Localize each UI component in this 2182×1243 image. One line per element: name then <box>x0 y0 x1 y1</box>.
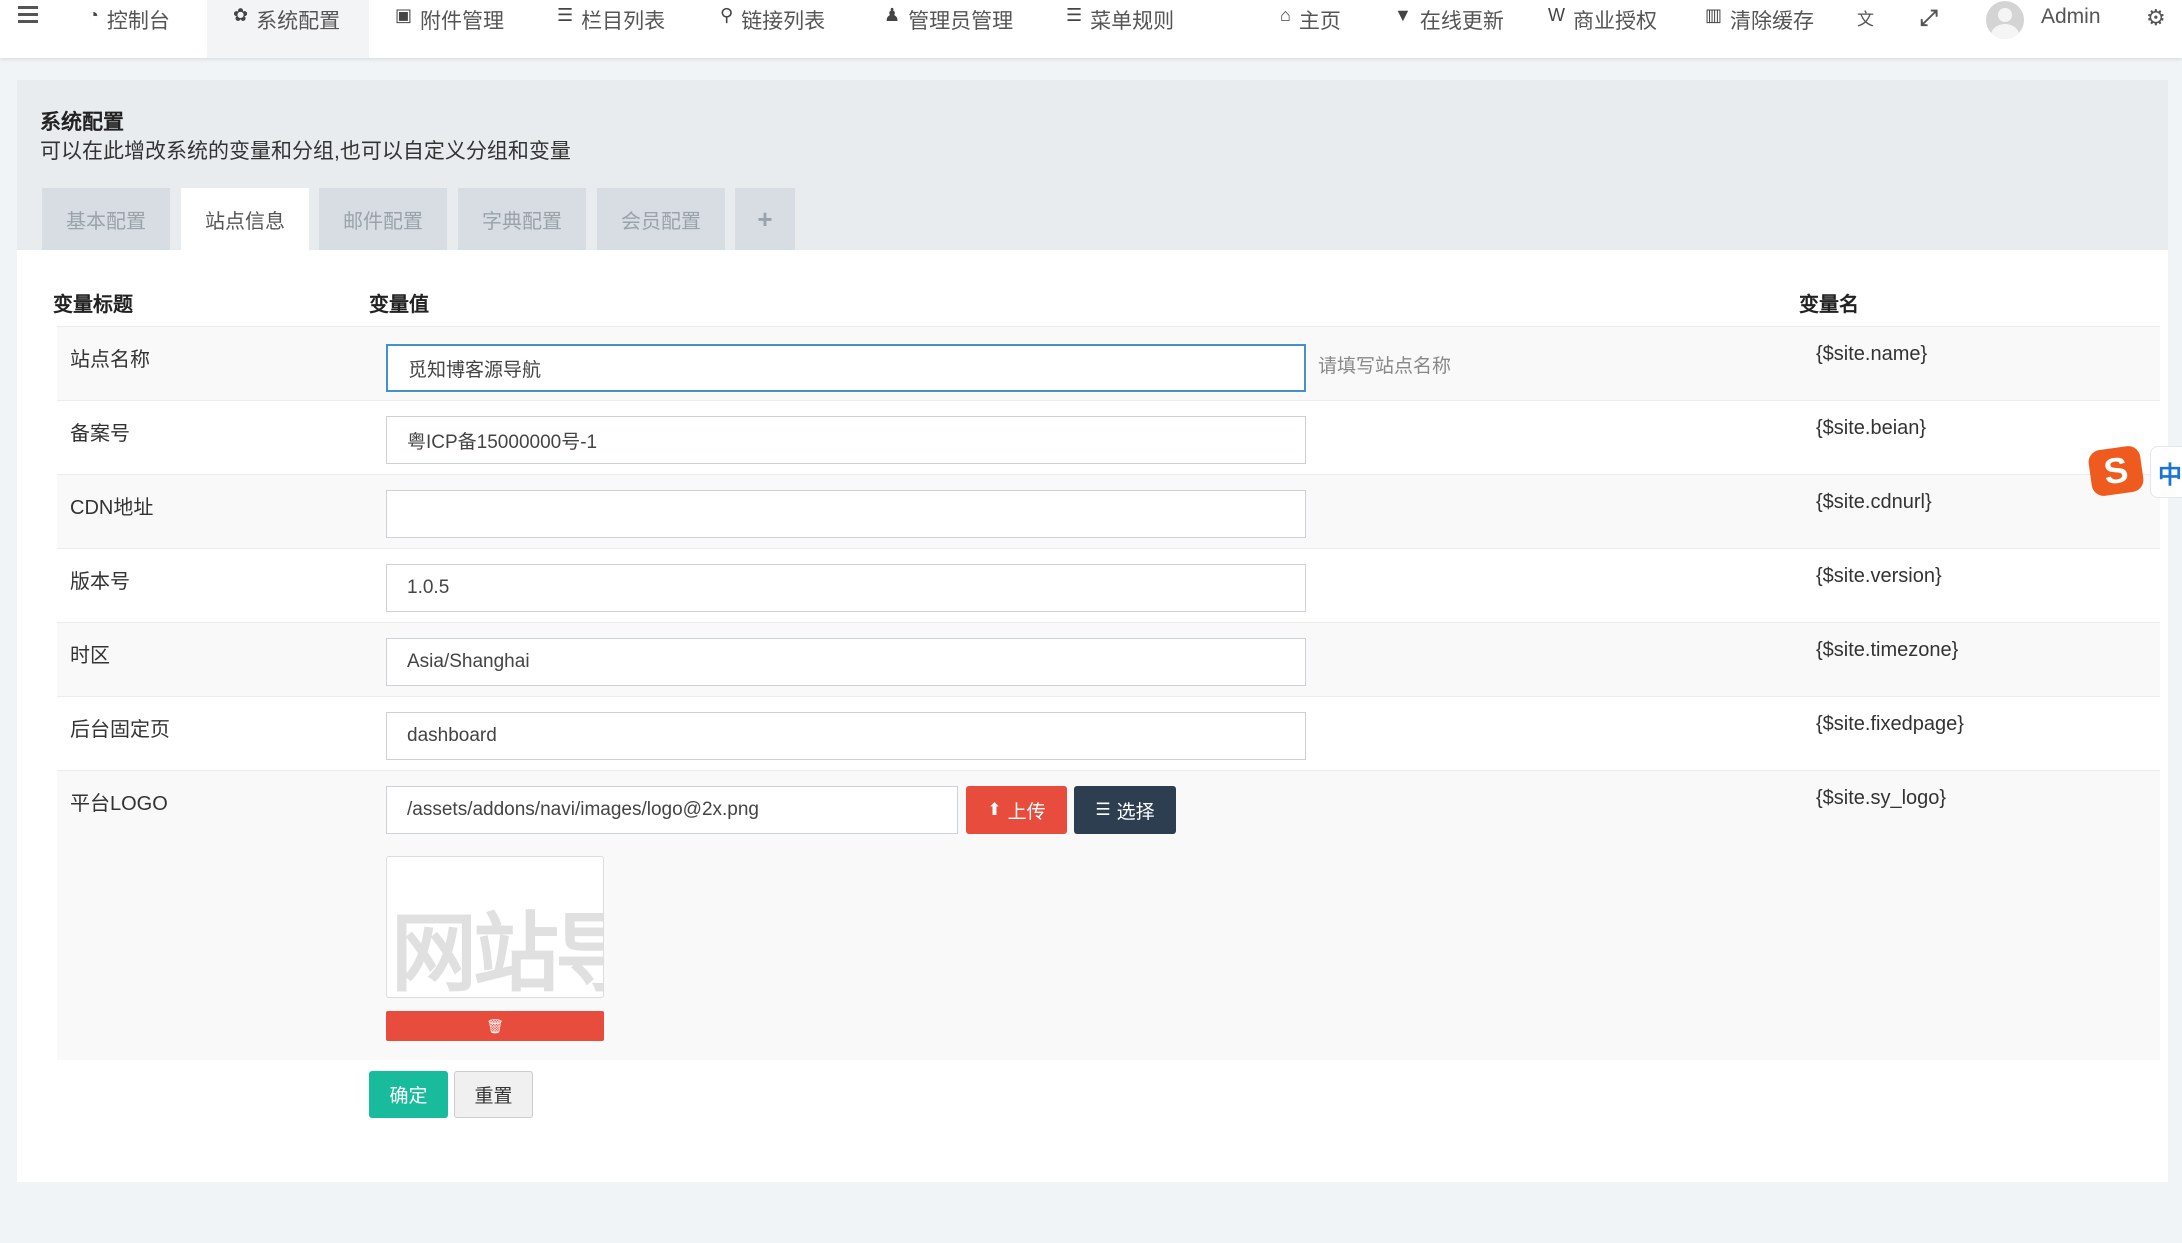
nav-menu-rules[interactable]: ☰ 菜单规则 <box>1066 0 1174 58</box>
logo-preview-text: 网站导 <box>391 906 603 998</box>
nav-system-config[interactable]: ✿ 系统配置 <box>207 0 369 58</box>
nav-admin-manage-label: 管理员管理 <box>908 10 1014 33</box>
site-name-input[interactable] <box>386 344 1306 392</box>
panel-heading: 系统配置 可以在此增改系统的变量和分组,也可以自定义分组和变量 基本配置 站点信… <box>17 80 2168 250</box>
row-label: 后台固定页 <box>70 719 170 741</box>
user-icon: ♟ <box>884 5 901 25</box>
row-var-name: {$site.sy_logo} <box>1816 787 1947 809</box>
nav-online-update-label: 在线更新 <box>1419 10 1504 33</box>
row-var-name: {$site.beian} <box>1816 417 1927 439</box>
tab-dict-config[interactable]: 字典配置 <box>458 188 586 250</box>
gear-icon: ✿ <box>233 5 249 25</box>
tab-mail-config[interactable]: 邮件配置 <box>319 188 447 250</box>
logo-preview-image: 网站导 <box>386 856 604 998</box>
row-label: CDN地址 <box>70 497 154 519</box>
row-var-name: {$site.cdnurl} <box>1816 491 1932 513</box>
nav-link-list[interactable]: ⚲ 链接列表 <box>720 0 825 58</box>
tab-member-config[interactable]: 会员配置 <box>597 188 725 250</box>
row-var-name: {$site.version} <box>1816 565 1942 587</box>
nav-system-config-label: 系统配置 <box>256 10 341 33</box>
timezone-input[interactable] <box>386 638 1306 686</box>
table-row: 备案号 {$site.beian} <box>57 400 2160 474</box>
delete-logo-button[interactable]: 🗑 <box>386 1011 604 1041</box>
header-title: 变量标题 <box>53 294 133 316</box>
tab-site-info[interactable]: 站点信息 <box>181 188 309 250</box>
home-icon: ⌂ <box>1280 5 1291 25</box>
row-label: 站点名称 <box>70 349 150 371</box>
nav-dashboard[interactable]: ◔ 控制台 <box>88 0 170 58</box>
nav-dashboard-label: 控制台 <box>106 10 170 33</box>
settings-icon[interactable]: ⚙ <box>2146 0 2166 58</box>
tab-basic-config[interactable]: 基本配置 <box>42 188 170 250</box>
ime-toolbar[interactable]: S 中 <box>2087 444 2182 498</box>
nav-link-list-label: 链接列表 <box>741 10 826 33</box>
header-name: 变量名 <box>1799 294 1859 316</box>
cdn-url-input[interactable] <box>386 490 1306 538</box>
sidebar-toggle-icon[interactable] <box>18 6 38 23</box>
dashboard-icon: ◔ <box>88 5 99 25</box>
nav-category-list-label: 栏目列表 <box>581 10 666 33</box>
panel-body: 变量标题 变量值 变量名 站点名称 请填写站点名称 {$site.name} 备… <box>17 250 2168 1182</box>
nav-online-update[interactable]: ▼ 在线更新 <box>1394 0 1504 58</box>
nav-clear-cache[interactable]: ▥ 清除缓存 <box>1705 0 1814 58</box>
table-row: 版本号 {$site.version} <box>57 548 2160 622</box>
row-var-name: {$site.timezone} <box>1816 639 1959 661</box>
row-label: 平台LOGO <box>70 793 168 815</box>
row-label: 时区 <box>70 645 110 667</box>
table-row: 时区 {$site.timezone} <box>57 622 2160 696</box>
fullscreen-icon[interactable]: ⤢ <box>1920 0 1938 58</box>
row-var-name: {$site.name} <box>1816 343 1928 365</box>
version-input[interactable] <box>386 564 1306 612</box>
trash-icon: 🗑 <box>486 1017 504 1034</box>
page-title: 系统配置 <box>40 111 124 134</box>
nav-menu-rules-label: 菜单规则 <box>1090 10 1175 33</box>
row-var-name: {$site.fixedpage} <box>1816 713 1964 735</box>
update-icon: ▼ <box>1394 5 1412 25</box>
license-icon: W <box>1548 5 1565 25</box>
avatar[interactable] <box>1986 1 2024 39</box>
page-subtitle: 可以在此增改系统的变量和分组,也可以自定义分组和变量 <box>40 140 571 163</box>
nav-admin-manage[interactable]: ♟ 管理员管理 <box>884 0 1013 58</box>
menu-icon: ☰ <box>1066 5 1083 25</box>
choose-button[interactable]: ☰ 选择 <box>1074 786 1176 834</box>
nav-attachment[interactable]: ▣ 附件管理 <box>395 0 504 58</box>
submit-button[interactable]: 确定 <box>369 1071 448 1118</box>
image-icon: ▣ <box>395 5 413 25</box>
upload-button[interactable]: ⬆ 上传 <box>966 786 1067 834</box>
row-label: 版本号 <box>70 571 130 593</box>
list-icon: ☰ <box>557 5 574 25</box>
nav-attachment-label: 附件管理 <box>420 10 505 33</box>
nav-clear-cache-label: 清除缓存 <box>1730 10 1815 33</box>
nav-home-label: 主页 <box>1298 10 1341 33</box>
nav-license[interactable]: W 商业授权 <box>1548 0 1657 58</box>
table-row: CDN地址 {$site.cdnurl} <box>57 474 2160 548</box>
reset-button[interactable]: 重置 <box>454 1071 533 1118</box>
nav-license-label: 商业授权 <box>1573 10 1657 33</box>
nav-category-list[interactable]: ☰ 栏目列表 <box>557 0 665 58</box>
header-value: 变量值 <box>369 294 429 316</box>
ime-mode-indicator: 中 <box>2150 446 2182 498</box>
choose-button-label: 选择 <box>1116 801 1155 823</box>
table-row: 站点名称 请填写站点名称 {$site.name} <box>57 326 2160 400</box>
sogou-ime-icon: S <box>2087 444 2145 498</box>
language-icon[interactable]: 文 <box>1857 0 1874 58</box>
beian-input[interactable] <box>386 416 1306 464</box>
fixedpage-input[interactable] <box>386 712 1306 760</box>
trash-icon: ▥ <box>1705 5 1723 25</box>
link-icon: ⚲ <box>720 5 734 25</box>
site-name-hint: 请填写站点名称 <box>1318 356 1452 377</box>
row-label: 备案号 <box>70 423 130 445</box>
table-row: 平台LOGO ⬆ 上传 ☰ 选择 网站导 🗑 {$site.sy_logo} <box>57 770 2160 1060</box>
list-icon: ☰ <box>1095 800 1111 819</box>
add-tab-button[interactable]: + <box>735 188 795 250</box>
nav-home[interactable]: ⌂ 主页 <box>1280 0 1341 58</box>
top-navbar: ◔ 控制台 ✿ 系统配置 ▣ 附件管理 ☰ 栏目列表 ⚲ 链接列表 ♟ 管理员管… <box>0 0 2182 58</box>
user-name[interactable]: Admin <box>2041 0 2101 58</box>
upload-icon: ⬆ <box>987 800 1002 819</box>
table-row: 后台固定页 {$site.fixedpage} <box>57 696 2160 770</box>
logo-path-input[interactable] <box>386 786 958 834</box>
upload-button-label: 上传 <box>1007 801 1046 823</box>
